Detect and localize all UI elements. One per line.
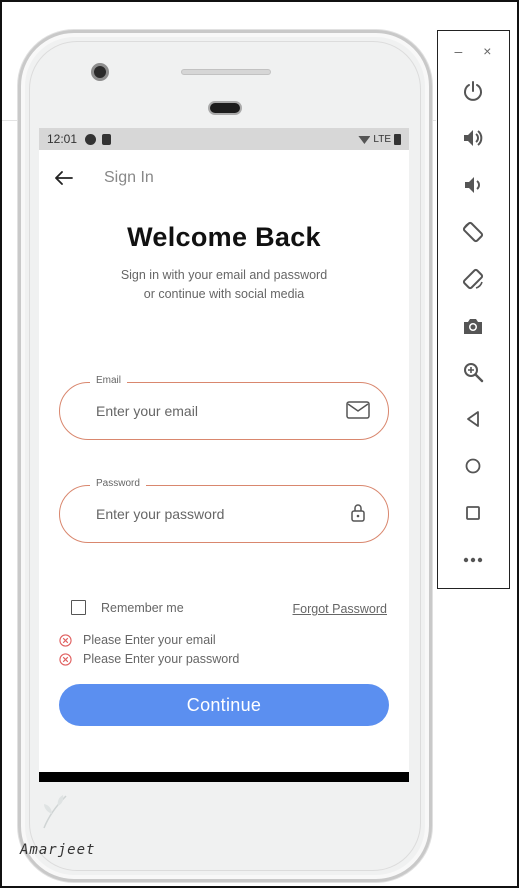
subtitle-line-1: Sign in with your email and password	[120, 268, 328, 282]
email-input[interactable]	[96, 400, 336, 422]
notification-icon	[85, 133, 97, 145]
arrow-left-icon	[55, 171, 73, 185]
remember-label: Remember me	[101, 600, 184, 615]
zoom-icon	[464, 363, 484, 383]
welcome-subtitle: Sign in with your email and password or …	[39, 266, 409, 304]
email-label: Email	[90, 375, 128, 386]
emulator-back-button[interactable]	[459, 405, 487, 433]
password-field[interactable]: Password	[59, 478, 389, 543]
volume-down-button[interactable]	[459, 171, 487, 199]
error-message: Please Enter your password	[59, 652, 239, 666]
sd-card-icon	[102, 133, 112, 145]
earpiece-speaker	[181, 69, 271, 75]
error-icon	[59, 652, 72, 666]
back-button[interactable]	[39, 150, 89, 206]
battery-icon	[394, 133, 401, 145]
power-button[interactable]	[459, 77, 487, 105]
minimize-button[interactable]: –	[455, 43, 463, 59]
sensor-pill	[208, 101, 242, 115]
power-icon	[464, 81, 482, 101]
welcome-title: Welcome Back	[127, 222, 321, 252]
volume-up-button[interactable]	[459, 124, 487, 152]
rotate-right-button[interactable]	[459, 265, 487, 293]
camera-icon	[464, 319, 482, 334]
wifi-icon	[358, 136, 371, 144]
front-camera	[91, 63, 109, 81]
toolbar-window-controls: – ×	[438, 43, 508, 59]
remember-me[interactable]: Remember me	[71, 600, 184, 615]
status-bar: 12:01 LTE	[39, 128, 409, 150]
watermark-text: Amarjeet	[20, 842, 96, 858]
subtitle-line-2: or continue with social media	[143, 287, 305, 301]
screenshot-button[interactable]	[459, 312, 487, 340]
status-right: LTE	[358, 133, 401, 145]
rotate-right-icon	[462, 268, 484, 290]
more-button[interactable]	[459, 546, 487, 574]
android-nav-bar	[39, 772, 409, 782]
back-icon	[467, 411, 479, 427]
volume-up-icon	[464, 130, 483, 146]
overview-icon	[466, 506, 480, 520]
rotate-left-button[interactable]	[459, 218, 487, 246]
lock-icon	[350, 503, 366, 528]
emulator-home-button[interactable]	[459, 452, 487, 480]
forgot-password-link[interactable]: Forgot Password	[293, 602, 387, 616]
remember-checkbox[interactable]	[71, 600, 86, 615]
zoom-button[interactable]	[459, 358, 487, 386]
network-type: LTE	[373, 133, 391, 145]
volume-down-icon	[465, 177, 480, 193]
error-text: Please Enter your email	[83, 633, 216, 647]
sprig-logo	[43, 795, 67, 829]
error-text: Please Enter your password	[83, 652, 240, 666]
password-label: Password	[90, 478, 146, 489]
password-input[interactable]	[96, 503, 336, 525]
continue-button[interactable]: Continue	[59, 684, 389, 726]
more-icon	[463, 557, 483, 563]
home-icon	[465, 458, 481, 474]
close-button[interactable]: ×	[483, 43, 491, 59]
rotate-left-icon	[462, 221, 484, 243]
page-title: Sign In	[104, 169, 154, 186]
email-field[interactable]: Email	[59, 375, 389, 440]
emulator-toolbar: – ×	[437, 30, 510, 589]
mail-icon	[346, 400, 370, 425]
error-message: Please Enter your email	[59, 633, 216, 647]
emulator-overview-button[interactable]	[459, 499, 487, 527]
phone-screen: 12:01 LTE Sign In Welcome Back Sign in w…	[39, 128, 409, 782]
phone-frame: 12:01 LTE Sign In Welcome Back Sign in w…	[18, 30, 432, 882]
status-time: 12:01	[47, 132, 78, 146]
error-icon	[59, 633, 72, 647]
app-bar: Sign In	[39, 150, 409, 206]
